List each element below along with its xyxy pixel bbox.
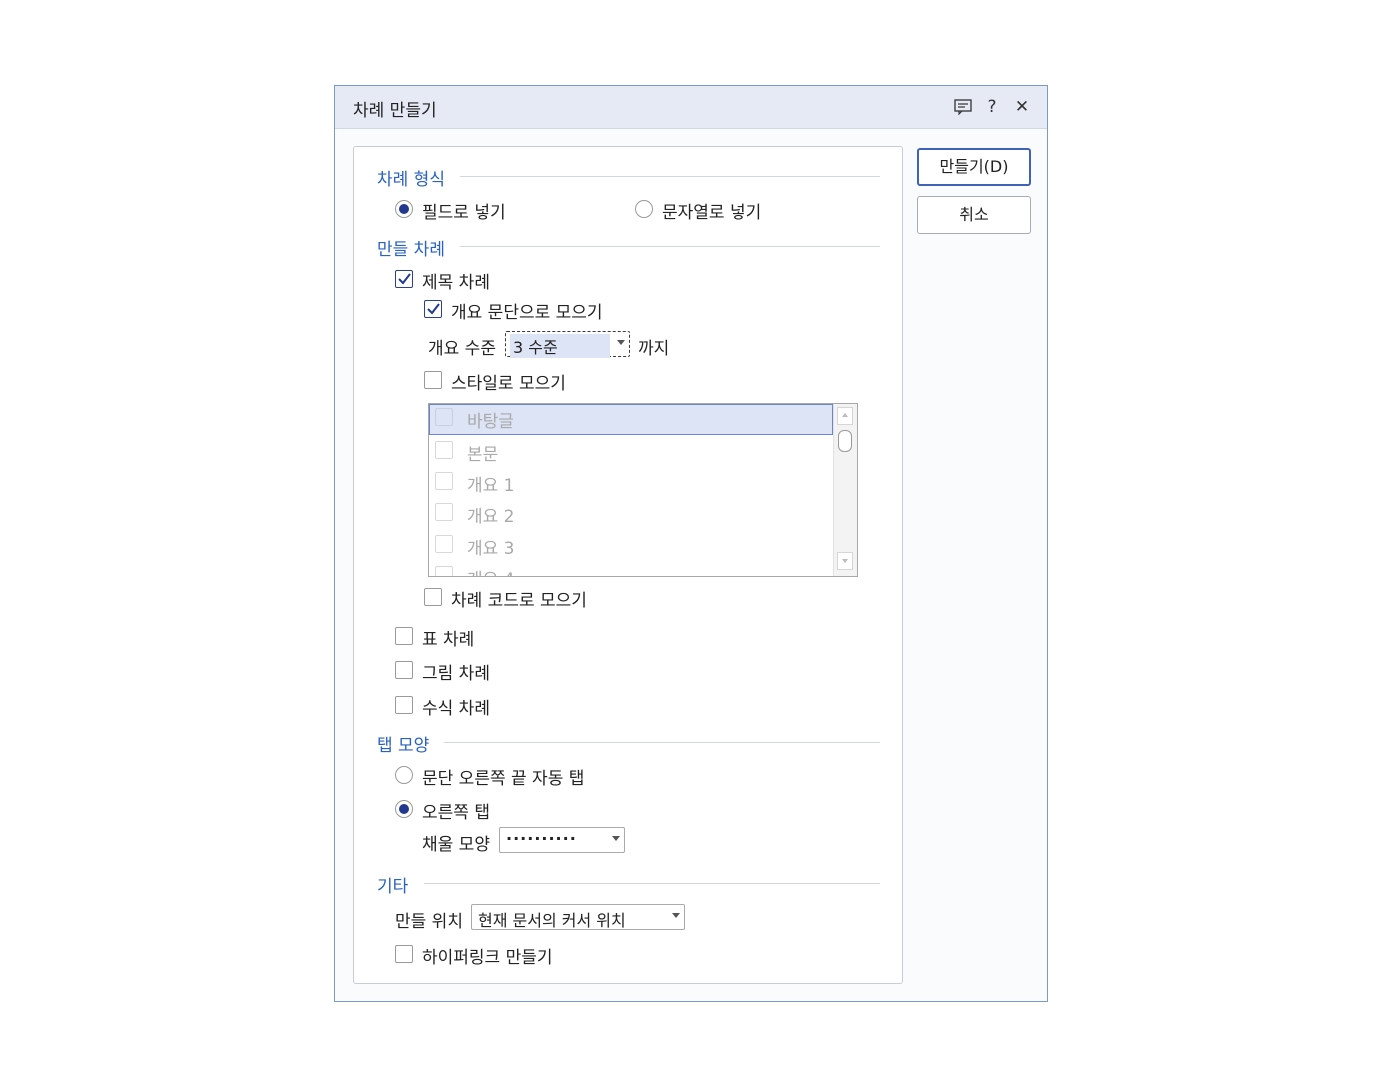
outline-level-label: 개요 수준 bbox=[428, 339, 496, 359]
outline-level-suffix: 까지 bbox=[638, 339, 670, 359]
fill-shape-value: ·········· bbox=[506, 829, 577, 848]
scrollbar[interactable] bbox=[833, 404, 857, 576]
chevron-down-icon bbox=[842, 559, 848, 563]
list-item[interactable]: 개요 3 bbox=[429, 531, 833, 562]
divider bbox=[460, 176, 880, 177]
options-panel: 차례 형식 필드로 넣기 문자열로 넣기 만들 차례 제목 차례 개요 문단으로… bbox=[353, 146, 903, 984]
equation-toc-checkbox[interactable] bbox=[395, 696, 413, 714]
list-item[interactable]: 개요 1 bbox=[429, 468, 833, 499]
radio-auto-tab-label: 문단 오른쪽 끝 자동 탭 bbox=[422, 769, 585, 789]
radio-field-insert-label: 필드로 넣기 bbox=[422, 203, 506, 223]
radio-string-insert-label: 문자열로 넣기 bbox=[662, 203, 762, 223]
chevron-down-icon bbox=[612, 836, 620, 841]
chevron-up-icon bbox=[842, 413, 848, 417]
scroll-thumb[interactable] bbox=[838, 430, 852, 452]
hyperlink-label: 하이퍼링크 만들기 bbox=[422, 948, 553, 968]
list-item-label: 개요 1 bbox=[467, 476, 515, 496]
style-collect-checkbox[interactable] bbox=[424, 371, 442, 389]
outline-collect-checkbox[interactable] bbox=[424, 300, 442, 318]
figure-toc-label: 그림 차례 bbox=[422, 664, 490, 684]
section-tab-shape: 탭 모양 bbox=[377, 736, 430, 756]
divider bbox=[460, 246, 880, 247]
table-toc-checkbox[interactable] bbox=[395, 627, 413, 645]
list-item-checkbox[interactable] bbox=[435, 472, 453, 490]
outline-level-select[interactable]: 3 수준 bbox=[505, 331, 630, 358]
list-item[interactable]: 본문 bbox=[429, 437, 833, 468]
style-collect-label: 스타일로 모으기 bbox=[451, 374, 566, 394]
code-collect-checkbox[interactable] bbox=[424, 588, 442, 606]
chevron-down-icon bbox=[617, 340, 625, 345]
table-toc-label: 표 차례 bbox=[422, 630, 475, 650]
help-icon[interactable]: ? bbox=[980, 95, 1004, 119]
list-item-label: 개요 4 bbox=[467, 565, 515, 576]
list-item-checkbox[interactable] bbox=[435, 503, 453, 521]
divider bbox=[424, 883, 880, 884]
hyperlink-checkbox[interactable] bbox=[395, 945, 413, 963]
list-item-label: 바탕글 bbox=[467, 412, 514, 432]
section-toc-format: 차례 형식 bbox=[377, 170, 445, 190]
list-item[interactable]: 개요 2 bbox=[429, 499, 833, 530]
radio-auto-tab[interactable] bbox=[395, 766, 413, 784]
create-button[interactable]: 만들기(D) bbox=[917, 148, 1031, 186]
radio-right-tab[interactable] bbox=[395, 800, 413, 818]
close-icon[interactable]: ✕ bbox=[1010, 95, 1034, 119]
cancel-button[interactable]: 취소 bbox=[917, 196, 1031, 234]
scroll-up-button[interactable] bbox=[837, 407, 853, 425]
location-value: 현재 문서의 커서 위치 bbox=[478, 911, 626, 930]
list-item-checkbox[interactable] bbox=[435, 441, 453, 459]
section-other: 기타 bbox=[377, 877, 409, 897]
list-item[interactable]: 개요 4 bbox=[429, 562, 833, 576]
list-item-checkbox[interactable] bbox=[435, 566, 453, 576]
comment-icon[interactable] bbox=[951, 95, 975, 119]
dialog-title: 차례 만들기 bbox=[353, 101, 437, 121]
section-toc-make: 만들 차례 bbox=[377, 240, 445, 260]
radio-string-insert[interactable] bbox=[635, 200, 653, 218]
list-item-label: 본문 bbox=[467, 445, 499, 465]
location-label: 만들 위치 bbox=[395, 912, 463, 932]
list-item-label: 개요 2 bbox=[467, 507, 515, 527]
equation-toc-label: 수식 차례 bbox=[422, 699, 490, 719]
radio-field-insert[interactable] bbox=[395, 200, 413, 218]
fill-shape-label: 채울 모양 bbox=[422, 835, 490, 855]
figure-toc-checkbox[interactable] bbox=[395, 661, 413, 679]
code-collect-label: 차례 코드로 모으기 bbox=[451, 591, 587, 611]
chevron-down-icon bbox=[672, 913, 680, 918]
title-bar: 차례 만들기 ? ✕ bbox=[335, 86, 1047, 129]
list-item-checkbox[interactable] bbox=[435, 535, 453, 553]
list-item[interactable]: 바탕글 bbox=[429, 404, 833, 435]
list-item-label: 개요 3 bbox=[467, 539, 515, 559]
outline-collect-label: 개요 문단으로 모으기 bbox=[451, 303, 603, 323]
toc-dialog: 차례 만들기 ? ✕ 만들기(D) 취소 차례 형식 필드로 넣기 문자열로 넣… bbox=[334, 85, 1048, 1002]
divider bbox=[444, 742, 880, 743]
scroll-down-button[interactable] bbox=[837, 552, 853, 570]
heading-toc-checkbox[interactable] bbox=[395, 270, 413, 288]
style-listbox[interactable]: 바탕글 본문 개요 1 개요 2 개요 3 개요 4 bbox=[428, 403, 858, 577]
heading-toc-label: 제목 차례 bbox=[422, 273, 490, 293]
radio-right-tab-label: 오른쪽 탭 bbox=[422, 803, 490, 823]
outline-level-value: 3 수준 bbox=[510, 334, 610, 358]
fill-shape-select[interactable]: ·········· bbox=[499, 827, 625, 853]
location-select[interactable]: 현재 문서의 커서 위치 bbox=[471, 904, 685, 930]
list-item-checkbox[interactable] bbox=[435, 408, 453, 426]
